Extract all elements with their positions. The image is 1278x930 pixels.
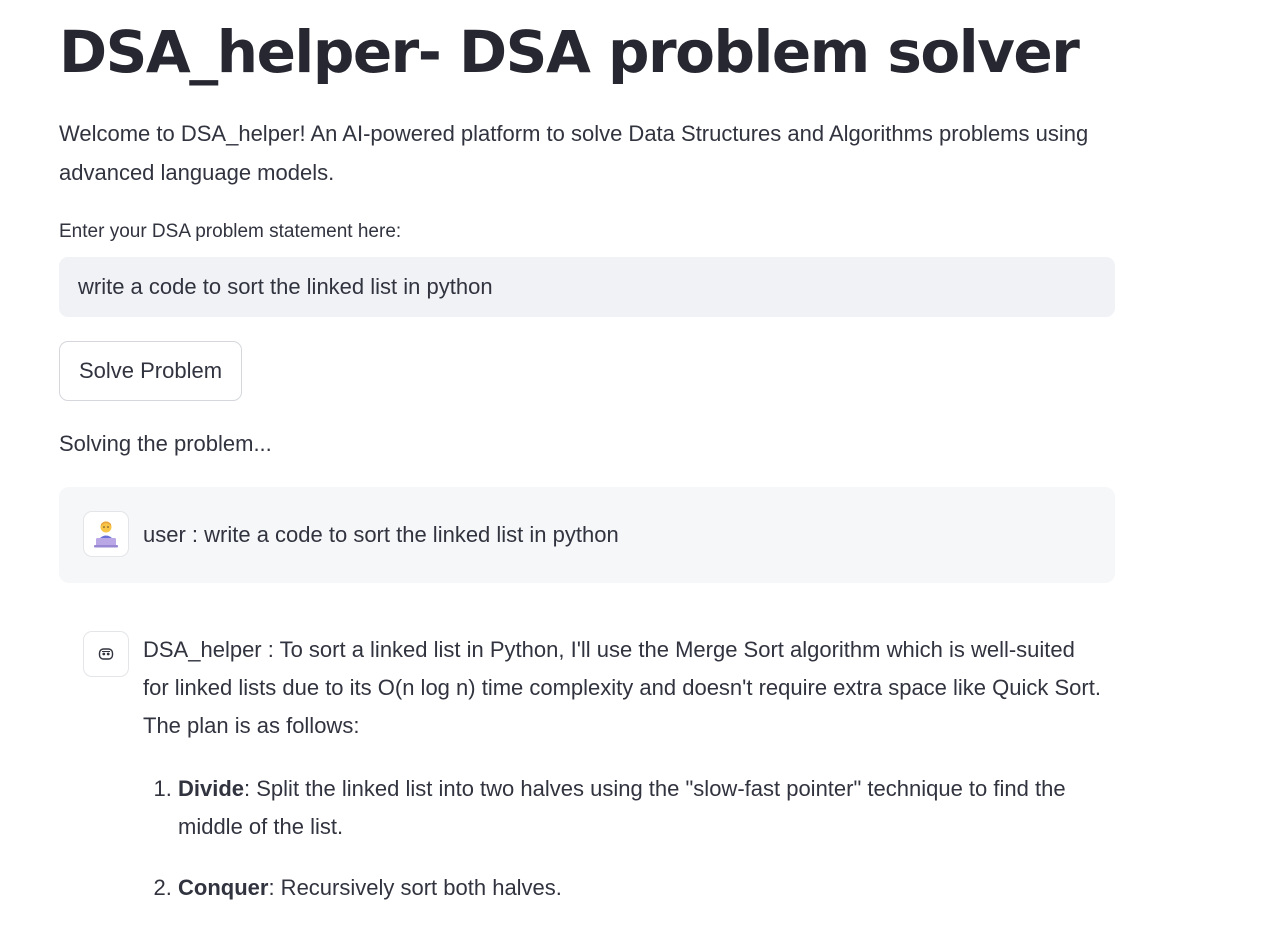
assistant-message-body: DSA_helper : To sort a linked list in Py… bbox=[143, 631, 1103, 930]
solve-problem-button[interactable]: Solve Problem bbox=[59, 341, 242, 401]
solution-steps-list: Divide: Split the linked list into two h… bbox=[143, 770, 1103, 907]
step-text: : Recursively sort both halves. bbox=[268, 875, 562, 900]
user-avatar bbox=[83, 511, 129, 557]
assistant-avatar bbox=[83, 631, 129, 677]
user-message-text: user : write a code to sort the linked l… bbox=[143, 522, 619, 547]
chat-message-user: user : write a code to sort the linked l… bbox=[59, 487, 1115, 583]
problem-input[interactable] bbox=[59, 257, 1115, 317]
step-term: Divide bbox=[178, 776, 245, 801]
assistant-message-intro: DSA_helper : To sort a linked list in Py… bbox=[143, 637, 1101, 738]
robot-face-icon bbox=[98, 648, 114, 660]
solution-step: Divide: Split the linked list into two h… bbox=[178, 770, 1103, 846]
solution-step: Conquer: Recursively sort both halves. bbox=[178, 869, 1103, 907]
intro-text: Welcome to DSA_helper! An AI-powered pla… bbox=[59, 121, 1089, 185]
technologist-emoji-icon bbox=[94, 521, 118, 548]
status-text: Solving the problem... bbox=[59, 431, 272, 456]
step-text: : Split the linked list into two halves … bbox=[178, 776, 1066, 839]
problem-input-label: Enter your DSA problem statement here: bbox=[59, 221, 402, 242]
page-title: DSA_helper- DSA problem solver bbox=[59, 18, 1080, 86]
chat-message-assistant: DSA_helper : To sort a linked list in Py… bbox=[59, 610, 1115, 925]
step-term: Conquer bbox=[178, 875, 269, 900]
